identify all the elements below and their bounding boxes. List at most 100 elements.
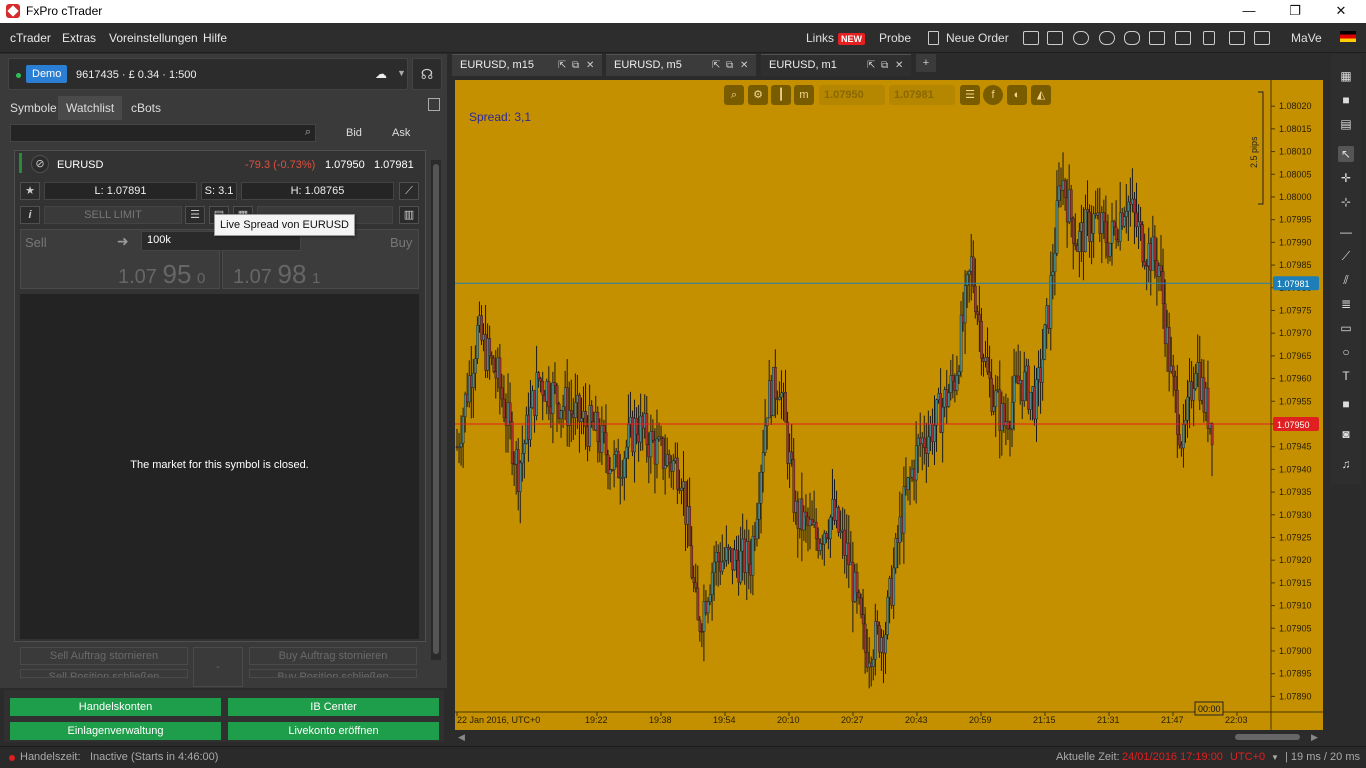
candle-body bbox=[1078, 231, 1081, 252]
scroll-right-icon[interactable]: ▶ bbox=[1311, 732, 1318, 743]
chart-tab-m15[interactable]: EURUSD, m15 ⇱ ⧉ ✕ bbox=[452, 54, 602, 76]
close-button[interactable]: ✕ bbox=[1318, 2, 1364, 22]
copy-icon[interactable]: ⧉ bbox=[572, 55, 579, 76]
timeframe-icon[interactable]: m bbox=[794, 85, 814, 105]
chart-sell-button[interactable]: 1.07950 bbox=[819, 85, 885, 105]
share-icon[interactable]: ◭ bbox=[1031, 85, 1051, 105]
buy-close-button[interactable]: Buy Position schließen bbox=[249, 669, 417, 678]
facebook-icon[interactable]: f bbox=[983, 85, 1003, 105]
chart-settings-icon[interactable]: ⚙ bbox=[748, 85, 768, 105]
trend-line-icon[interactable]: ⟋ bbox=[1338, 248, 1354, 264]
livekonto-eroeffnen-button[interactable]: Livekonto eröffnen bbox=[228, 722, 439, 740]
close-tab-icon[interactable]: ✕ bbox=[895, 55, 903, 76]
text-icon[interactable]: T bbox=[1338, 368, 1354, 384]
copy-icon[interactable]: ⧉ bbox=[881, 55, 888, 76]
rectangle-icon[interactable]: ▭ bbox=[1338, 320, 1354, 336]
ib-center-button[interactable]: IB Center bbox=[228, 698, 439, 716]
camera-icon[interactable]: ◙ bbox=[1338, 426, 1354, 442]
tab-cbots[interactable]: cBots bbox=[123, 96, 169, 120]
links-button[interactable]: Links NEW bbox=[806, 31, 866, 45]
candle-body bbox=[855, 572, 859, 593]
sound-icon[interactable] bbox=[1203, 31, 1215, 45]
panel-menu-icon[interactable] bbox=[428, 98, 440, 111]
scrollbar-thumb[interactable] bbox=[433, 164, 439, 654]
candle-body bbox=[978, 314, 981, 322]
layout-icon[interactable] bbox=[1023, 31, 1039, 45]
zoom-icon[interactable]: ⌕ bbox=[724, 85, 744, 105]
close-tab-icon[interactable]: ✕ bbox=[740, 55, 748, 76]
color-swatch-icon[interactable]: ■ bbox=[1338, 396, 1354, 412]
buy-price[interactable]: 1.07 98 1 bbox=[233, 259, 320, 290]
channel-icon[interactable]: ⫽ bbox=[1338, 272, 1354, 288]
menu-voreinstellungen[interactable]: Voreinstellungen bbox=[109, 31, 198, 45]
buy-cancel-button[interactable]: Buy Auftrag stornieren bbox=[249, 647, 417, 665]
alert-bell-icon[interactable]: ♫ bbox=[1338, 456, 1354, 472]
chat-icon[interactable] bbox=[1073, 31, 1089, 45]
einlagenverwaltung-button[interactable]: Einlagenverwaltung bbox=[10, 722, 221, 740]
scroll-left-icon[interactable]: ◀ bbox=[458, 732, 465, 743]
crosshair-icon[interactable]: ✛ bbox=[1338, 170, 1354, 186]
tab-watchlist[interactable]: Watchlist bbox=[58, 96, 123, 120]
chart-tab-m1[interactable]: EURUSD, m1 ⇱ ⧉ ✕ bbox=[761, 54, 911, 76]
probe-button[interactable]: Probe bbox=[879, 31, 911, 45]
price-chart[interactable]: 1.08020 1.08015 1.08010 1.08005 1.08000 1.079… bbox=[455, 80, 1323, 730]
chart-type-icon[interactable]: ┃ bbox=[771, 85, 791, 105]
watchlist-scrollbar[interactable] bbox=[431, 160, 441, 660]
add-tab-icon[interactable]: + bbox=[916, 54, 936, 72]
chart-buy-button[interactable]: 1.07981 bbox=[889, 85, 955, 105]
detach-icon[interactable]: ⇱ bbox=[867, 55, 875, 76]
block-icon[interactable]: ⊘ bbox=[31, 155, 49, 173]
user-name[interactable]: MaVe bbox=[1291, 31, 1322, 45]
calculator-icon[interactable] bbox=[1149, 31, 1165, 45]
chart-tab-m5[interactable]: EURUSD, m5 ⇱ ⧉ ✕ bbox=[606, 54, 756, 76]
split-layout-icon[interactable]: ▤ bbox=[1338, 116, 1354, 132]
mail-icon[interactable] bbox=[1175, 31, 1191, 45]
order-list-icon[interactable]: ☰ bbox=[185, 206, 205, 224]
horizontal-line-icon[interactable]: — bbox=[1338, 224, 1354, 240]
hand-icon[interactable] bbox=[1124, 31, 1140, 45]
cursor-icon[interactable]: ↖ bbox=[1338, 146, 1354, 162]
y-tick-label: 1.08020 bbox=[1279, 101, 1312, 111]
grid-layout-icon[interactable]: ▦ bbox=[1338, 68, 1354, 84]
single-layout-icon[interactable]: ■ bbox=[1338, 92, 1354, 108]
chart-canvas[interactable]: 1.08020 1.08015 1.08010 1.08005 1.08000 1.079… bbox=[455, 80, 1323, 730]
favorite-star-icon[interactable]: ★ bbox=[20, 182, 40, 200]
menu-ctrader[interactable]: cTrader bbox=[10, 31, 51, 45]
help-icon[interactable] bbox=[1047, 31, 1063, 45]
copy-icon[interactable]: ⧉ bbox=[726, 55, 733, 76]
sell-cancel-button[interactable]: Sell Auftrag stornieren bbox=[20, 647, 188, 665]
maximize-button[interactable]: ❐ bbox=[1272, 2, 1318, 22]
settings-icon[interactable] bbox=[1099, 31, 1115, 45]
headset-icon[interactable]: ☊ bbox=[412, 58, 442, 90]
indicators-icon[interactable]: ☰ bbox=[960, 85, 980, 105]
menu-hilfe[interactable]: Hilfe bbox=[203, 31, 227, 45]
symbol-search-input[interactable]: ⌕ bbox=[10, 124, 316, 142]
menu-extras[interactable]: Extras bbox=[62, 31, 96, 45]
chevron-down-icon[interactable]: ▼ bbox=[1271, 753, 1279, 762]
sell-limit-button[interactable]: SELL LIMIT bbox=[44, 206, 182, 224]
detach-icon[interactable]: ⇱ bbox=[558, 55, 566, 76]
handelskonten-button[interactable]: Handelskonten bbox=[10, 698, 221, 716]
fibonacci-icon[interactable]: ≣ bbox=[1338, 296, 1354, 312]
detach-icon[interactable]: ⇱ bbox=[712, 55, 720, 76]
close-tab-icon[interactable]: ✕ bbox=[586, 55, 594, 76]
minimize-button[interactable]: — bbox=[1226, 2, 1272, 22]
snapshot-icon[interactable]: ◐ bbox=[1007, 85, 1027, 105]
sell-close-button[interactable]: Sell Position schließen bbox=[20, 669, 188, 678]
sell-price[interactable]: 1.07 95 0 bbox=[118, 259, 205, 290]
info-icon[interactable]: i bbox=[20, 206, 40, 224]
fullscreen-icon[interactable] bbox=[1254, 31, 1270, 45]
tab-symbole[interactable]: Symbole bbox=[2, 96, 65, 120]
spread-value[interactable]: S: 3.1 bbox=[201, 182, 237, 200]
ellipse-icon[interactable]: ○ bbox=[1338, 344, 1354, 360]
panel-icon[interactable] bbox=[1229, 31, 1245, 45]
notes-icon[interactable]: ▥ bbox=[399, 206, 419, 224]
scrollbar-thumb[interactable] bbox=[1235, 734, 1300, 740]
german-flag-icon[interactable] bbox=[1340, 31, 1356, 42]
chart-icon[interactable]: ⟋ bbox=[399, 182, 419, 200]
timezone-selector[interactable]: UTC+0 bbox=[1230, 751, 1265, 763]
neue-order-button[interactable]: Neue Order bbox=[946, 31, 1009, 45]
measure-icon[interactable]: ⊹ bbox=[1338, 194, 1354, 210]
chart-horizontal-scrollbar[interactable]: ◀ ▶ bbox=[455, 730, 1323, 744]
account-selector[interactable]: Demo 9617435 · £ 0.34 · 1:500 ☁ ▼ bbox=[8, 58, 408, 90]
